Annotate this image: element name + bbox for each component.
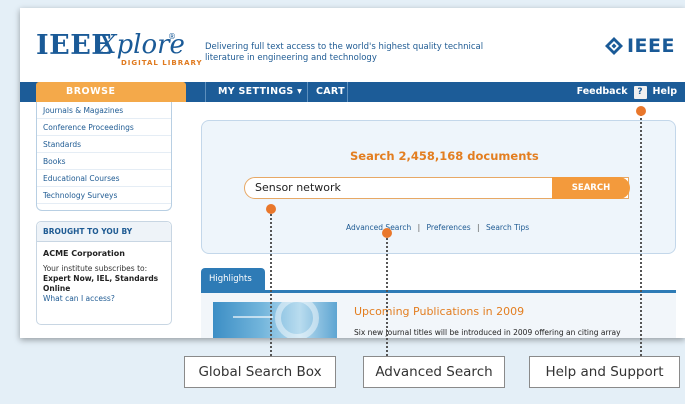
logo-registered-mark: ® [168, 32, 176, 41]
institution-name: ACME Corporation [43, 249, 125, 258]
preferences-link[interactable]: Preferences [427, 223, 471, 232]
highlight-description: Six new journal titles will be introduce… [354, 328, 621, 337]
subscription-label: Your institute subscribes to: [43, 264, 148, 273]
sidebar-item-surveys[interactable]: Technology Surveys [37, 187, 171, 204]
search-links: Advanced Search | Preferences | Search T… [346, 223, 529, 232]
highlights-panel: Upcoming Publications in 2009 Six new jo… [201, 290, 676, 338]
ieee-diamond-icon [604, 37, 623, 55]
callout-advanced-search: Advanced Search [363, 356, 505, 388]
brand-text: IEEE [626, 35, 675, 57]
nav-my-settings[interactable]: MY SETTINGS ▾ [205, 82, 310, 102]
callout-dot-search [266, 204, 276, 214]
link-separator: | [417, 223, 421, 232]
highlight-title[interactable]: Upcoming Publications in 2009 [354, 305, 524, 318]
sidebar-item-standards[interactable]: Standards [37, 136, 171, 153]
main-nav: BROWSE MY SETTINGS ▾ CART Feedback ? Hel… [20, 82, 685, 102]
browse-menu: Journals & Magazines Conference Proceedi… [36, 102, 172, 211]
callout-help-and-support: Help and Support [529, 356, 680, 388]
callout-dot-help [636, 106, 646, 116]
brought-heading: BROUGHT TO YOU BY [37, 222, 171, 242]
sidebar-item-conferences[interactable]: Conference Proceedings [37, 119, 171, 136]
sidebar-item-books[interactable]: Books [37, 153, 171, 170]
highlight-image[interactable] [213, 302, 337, 338]
nav-browse[interactable]: BROWSE [36, 82, 186, 102]
ieee-brand-logo[interactable]: IEEE [604, 35, 675, 57]
help-link[interactable]: Help [653, 82, 677, 102]
nav-help-group: Feedback ? Help [577, 82, 677, 102]
callout-line-advanced [386, 233, 388, 356]
site-header: IEEE Xplore ® DIGITAL LIBRARY Delivering… [20, 8, 685, 82]
subscription-list: Expert Now, IEL, Standards Online [43, 274, 159, 293]
logo-digital-library: DIGITAL LIBRARY [121, 59, 203, 67]
brought-to-you-panel: BROUGHT TO YOU BY ACME Corporation Your … [36, 221, 172, 325]
what-can-i-access-link[interactable]: What can I access? [37, 294, 171, 304]
search-heading: Search 2,458,168 documents [350, 149, 539, 163]
callout-line-search [270, 209, 272, 356]
callout-dot-advanced [382, 228, 392, 238]
sidebar-item-journals[interactable]: Journals & Magazines [37, 102, 171, 119]
search-button[interactable]: SEARCH [552, 177, 630, 199]
feedback-link[interactable]: Feedback [577, 82, 628, 102]
search-panel: Search 2,458,168 documents Sensor networ… [201, 120, 676, 254]
nav-divider [347, 82, 348, 102]
link-separator: | [477, 223, 480, 232]
sidebar-item-courses[interactable]: Educational Courses [37, 170, 171, 187]
search-tips-link[interactable]: Search Tips [486, 223, 529, 232]
help-icon[interactable]: ? [633, 85, 647, 99]
tab-highlights[interactable]: Highlights [201, 268, 265, 290]
advanced-search-link[interactable]: Advanced Search [346, 223, 411, 232]
callout-global-search-box: Global Search Box [184, 356, 336, 388]
browser-window: IEEE Xplore ® DIGITAL LIBRARY Delivering… [20, 8, 685, 338]
site-tagline: Delivering full text access to the world… [205, 42, 484, 63]
callout-line-help [640, 111, 642, 356]
